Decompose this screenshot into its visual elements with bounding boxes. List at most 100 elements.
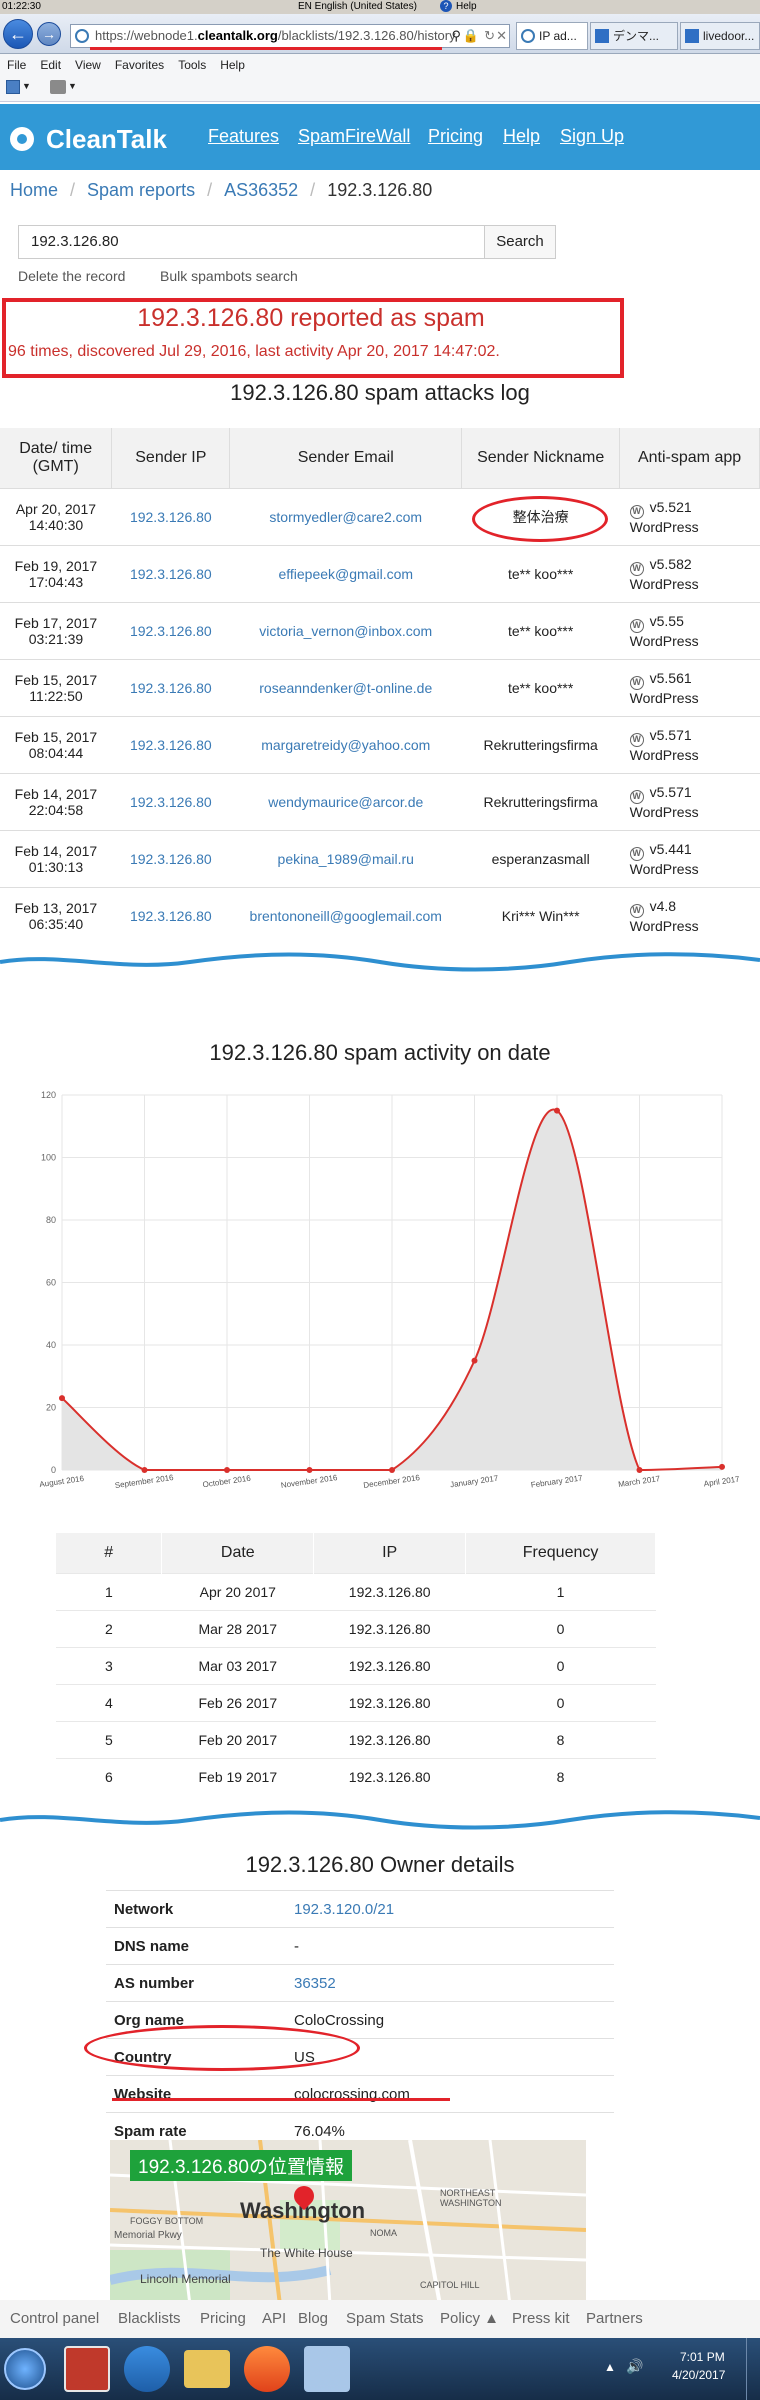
show-desktop-button[interactable]	[746, 2338, 760, 2400]
tab-label: livedoor...	[703, 29, 755, 43]
footer-link[interactable]: Partners	[586, 2310, 643, 2327]
home-icon[interactable]	[6, 80, 20, 94]
menu-file[interactable]: File	[0, 54, 33, 76]
tab-ip-address[interactable]: IP ad...	[516, 22, 588, 50]
sender-email-link[interactable]: roseanndenker@t-online.de	[229, 658, 462, 716]
menu-bar: File Edit View Favorites Tools Help	[0, 54, 760, 76]
sender-email-link[interactable]: brentononeill@googlemail.com	[229, 886, 462, 944]
help-label[interactable]: Help	[456, 1, 477, 12]
sender-ip-link[interactable]: 192.3.126.80	[111, 772, 230, 830]
footer-link[interactable]: Blog	[298, 2310, 328, 2327]
tray-arrow-icon[interactable]: ▲	[604, 2360, 616, 2374]
search-button[interactable]: Search	[484, 225, 556, 259]
freq-index: 5	[56, 1720, 162, 1758]
start-button[interactable]	[4, 2348, 46, 2390]
nav-pricing[interactable]: Pricing	[428, 126, 483, 147]
firefox-icon[interactable]	[244, 2346, 290, 2392]
footer-link[interactable]: Pricing	[200, 2310, 246, 2327]
app-name: WordPress	[629, 518, 699, 535]
language-indicator[interactable]: EN English (United States)	[298, 1, 417, 12]
breadcrumb-asn[interactable]: AS36352	[224, 180, 298, 200]
log-time: 14:40:30	[28, 516, 84, 533]
footer-link[interactable]: Blacklists	[118, 2310, 181, 2327]
tab-denmark[interactable]: デンマ...	[590, 22, 678, 50]
menu-tools[interactable]: Tools	[171, 54, 213, 76]
internet-explorer-icon[interactable]	[124, 2346, 170, 2392]
breadcrumb-home[interactable]: Home	[10, 180, 58, 200]
footer-link[interactable]: Policy ▲	[440, 2310, 499, 2327]
url-prefix: https://webnode1.	[95, 28, 198, 43]
as-number-link[interactable]: 36352	[286, 1964, 614, 2002]
help-icon[interactable]: ?	[440, 0, 452, 12]
nav-help[interactable]: Help	[503, 126, 540, 147]
column-header: Frequency	[465, 1533, 656, 1573]
location-map[interactable]: 192.3.126.80の位置情報 Washington The White H…	[110, 2140, 586, 2305]
tray-date[interactable]: 4/20/2017	[672, 2368, 725, 2382]
explorer-window-icon[interactable]	[304, 2346, 350, 2392]
system-bar: 01:22:30 EN English (United States) ? He…	[0, 0, 760, 14]
sender-ip-link[interactable]: 192.3.126.80	[111, 544, 230, 602]
attack-log-heading: 192.3.126.80 spam attacks log	[230, 380, 530, 405]
sender-ip-link[interactable]: 192.3.126.80	[111, 601, 230, 659]
map-place-label: Lincoln Memorial	[140, 2272, 231, 2286]
search-dropdown-icon[interactable]: ⚲	[451, 25, 461, 47]
tray-time[interactable]: 7:01 PM	[680, 2350, 725, 2364]
log-datetime: Feb 17, 2017 03:21:39	[0, 601, 112, 659]
sender-ip-link[interactable]: 192.3.126.80	[111, 658, 230, 716]
app-name: WordPress	[629, 575, 699, 592]
delete-record-link[interactable]: Delete the record	[18, 268, 125, 284]
sender-email-link[interactable]: margaretreidy@yahoo.com	[229, 715, 462, 773]
logo[interactable]: CleanTalk	[10, 124, 167, 155]
menu-view[interactable]: View	[68, 54, 108, 76]
footer-link[interactable]: Control panel	[10, 2310, 99, 2327]
sender-ip-link[interactable]: 192.3.126.80	[111, 829, 230, 887]
nav-spamfirewall[interactable]: SpamFireWall	[298, 126, 410, 147]
forward-button[interactable]: →	[37, 22, 61, 46]
dropdown-arrow-icon[interactable]: ▼	[22, 81, 31, 91]
sender-ip-link[interactable]: 192.3.126.80	[111, 715, 230, 773]
footer-link[interactable]: API	[262, 2310, 286, 2327]
app-version: v5.571	[649, 783, 692, 800]
stop-icon[interactable]: ✕	[496, 25, 507, 47]
refresh-icon[interactable]: ↻	[484, 25, 495, 47]
breadcrumb-reports[interactable]: Spam reports	[87, 180, 195, 200]
tab-livedoor[interactable]: livedoor...	[680, 22, 760, 50]
menu-help[interactable]: Help	[213, 54, 252, 76]
print-icon[interactable]	[50, 80, 66, 94]
address-bar[interactable]: https://webnode1.cleantalk.org/blacklist…	[70, 24, 510, 48]
pdf-app-icon[interactable]	[64, 2346, 110, 2392]
sender-email-link[interactable]: stormyedler@care2.com	[229, 487, 462, 545]
table-header-row: # Date IP Frequency	[56, 1533, 656, 1573]
log-datetime: Feb 15, 2017 11:22:50	[0, 658, 112, 716]
windows-taskbar: ▲ 🔊 7:01 PM 4/20/2017	[0, 2338, 760, 2400]
sender-nickname: te** koo***	[461, 658, 620, 716]
volume-icon[interactable]: 🔊	[626, 2358, 643, 2375]
lock-icon[interactable]: 🔒	[463, 25, 479, 47]
chart-data-point	[141, 1467, 148, 1473]
log-date: Feb 14, 2017	[14, 785, 98, 802]
dropdown-arrow-icon[interactable]: ▼	[68, 81, 77, 91]
ip-search-input[interactable]: 192.3.126.80	[18, 225, 486, 259]
sender-email-link[interactable]: victoria_vernon@inbox.com	[229, 601, 462, 659]
nav-features[interactable]: Features	[208, 126, 279, 147]
chart-y-tick-label: 100	[41, 1153, 56, 1163]
sender-email-link[interactable]: wendymaurice@arcor.de	[229, 772, 462, 830]
folder-icon[interactable]	[184, 2350, 230, 2388]
sender-ip-link[interactable]: 192.3.126.80	[111, 487, 230, 545]
back-button[interactable]: ←	[3, 19, 33, 49]
footer-link[interactable]: Press kit	[512, 2310, 570, 2327]
nav-signup[interactable]: Sign Up	[560, 126, 624, 147]
wordpress-icon: W	[629, 618, 644, 633]
sender-email-link[interactable]: effiepeek@gmail.com	[229, 544, 462, 602]
browser-toolbar: ← → https://webnode1.cleantalk.org/black…	[0, 14, 760, 54]
menu-favorites[interactable]: Favorites	[108, 54, 171, 76]
section-divider-wave	[0, 1810, 760, 1830]
table-row: 5 Feb 20 2017 192.3.126.80 8	[56, 1720, 656, 1758]
footer-link[interactable]: Spam Stats	[346, 2310, 424, 2327]
sender-ip-link[interactable]: 192.3.126.80	[111, 886, 230, 944]
wordpress-icon: W	[629, 675, 644, 690]
sender-email-link[interactable]: pekina_1989@mail.ru	[229, 829, 462, 887]
menu-edit[interactable]: Edit	[33, 54, 68, 76]
bulk-search-link[interactable]: Bulk spambots search	[160, 268, 298, 284]
network-link[interactable]: 192.3.120.0/21	[286, 1890, 614, 1928]
